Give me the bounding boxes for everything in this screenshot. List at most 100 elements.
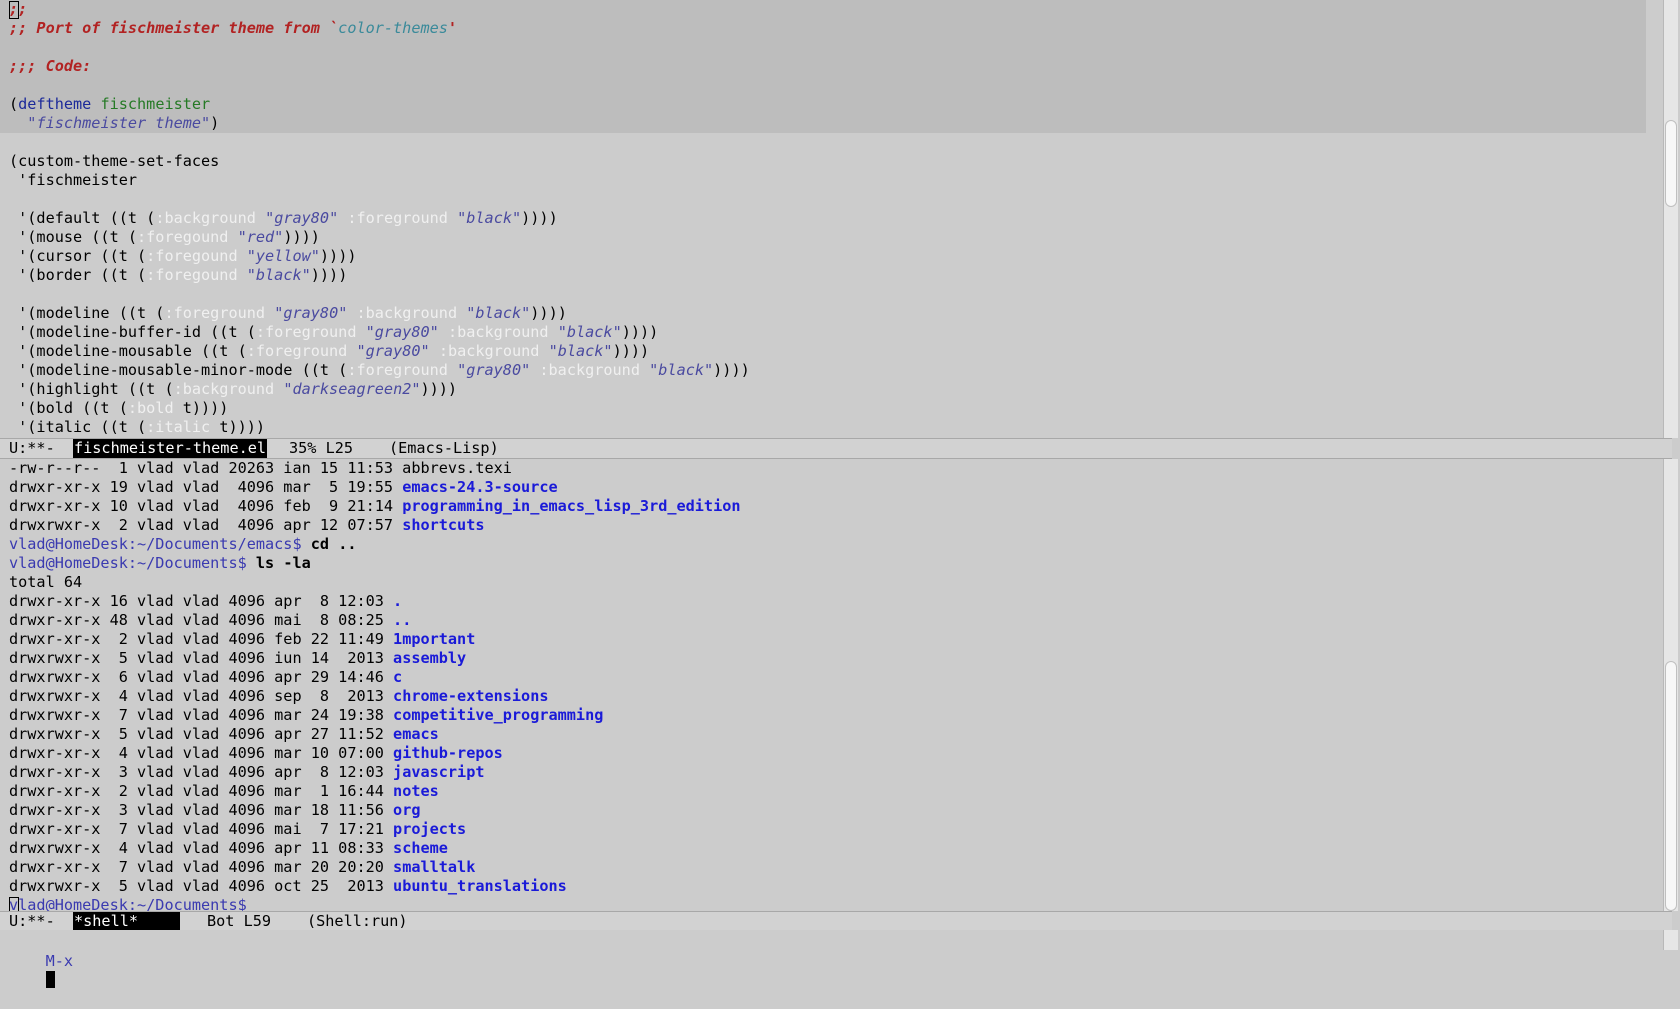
shell-output-line[interactable]: -rw-r--r-- 1 vlad vlad 20263 ian 15 11:5… <box>9 459 1646 478</box>
text-token: programming_in_emacs_lisp_3rd_edition <box>402 497 741 515</box>
code-line[interactable]: "fischmeister theme") <box>9 114 1646 133</box>
shell-output-line[interactable]: drwxrwxr-x 6 vlad vlad 4096 apr 29 14:46… <box>9 668 1646 687</box>
text-token: '(bold ((t ( <box>9 399 128 417</box>
text-token: t)))) <box>173 399 229 417</box>
shell-output-line[interactable]: drwxr-xr-x 16 vlad vlad 4096 apr 8 12:03… <box>9 592 1646 611</box>
code-line[interactable]: ;;; Code: <box>9 57 1646 76</box>
code-line[interactable]: '(modeline-mousable-minor-mode ((t (:for… <box>9 361 1646 380</box>
code-line[interactable]: '(border ((t (:foregound "black")))) <box>9 266 1646 285</box>
code-line[interactable]: '(modeline ((t (:foreground "gray80" :ba… <box>9 304 1646 323</box>
code-line[interactable]: '(italic ((t (:italic t)))) <box>9 418 1646 437</box>
modeline-major-mode[interactable]: (Shell:run) <box>307 912 408 931</box>
code-line[interactable]: (deftheme fischmeister <box>9 95 1646 114</box>
editor-window[interactable]: ;;;; Port of fischmeister theme from `co… <box>0 0 1680 438</box>
code-line[interactable]: ;; Port of fischmeister theme from `colo… <box>9 19 1646 38</box>
minibuffer-prompt: M-x <box>45 952 74 970</box>
code-line[interactable]: '(bold ((t (:bold t)))) <box>9 399 1646 418</box>
shell-output-line[interactable]: vlad@HomeDesk:~/Documents$ ls -la <box>9 554 1646 573</box>
shell-output-line[interactable]: drwxr-xr-x 7 vlad vlad 4096 mai 7 17:21 … <box>9 820 1646 839</box>
shell-output-line[interactable]: total 64 <box>9 573 1646 592</box>
modeline-major-mode[interactable]: (Emacs-Lisp) <box>389 439 499 458</box>
text-token: drwxrwxr-x 4 vlad vlad 4096 sep 8 2013 <box>9 687 394 705</box>
code-line[interactable]: ;; <box>9 0 1646 19</box>
text-token: drwxr-xr-x 48 vlad vlad 4096 mai 8 08:25 <box>9 611 394 629</box>
code-line[interactable] <box>9 76 1646 95</box>
shell-output-line[interactable]: drwxr-xr-x 3 vlad vlad 4096 apr 8 12:03 … <box>9 763 1646 782</box>
code-line[interactable]: '(mouse ((t (:foregound "red")))) <box>9 228 1646 247</box>
modeline-buffer-name[interactable]: *shell* <box>73 912 180 931</box>
shell-output-line[interactable]: drwxr-xr-x 3 vlad vlad 4096 mar 18 11:56… <box>9 801 1646 820</box>
shell-output-line[interactable]: drwxrwxr-x 5 vlad vlad 4096 iun 14 2013 … <box>9 649 1646 668</box>
code-line[interactable]: 'fischmeister <box>9 171 1646 190</box>
text-token: :foreground <box>255 323 357 341</box>
modeline-buffer-name[interactable]: fischmeister-theme.el <box>73 439 268 458</box>
editor-scrollbar-thumb[interactable] <box>1665 120 1677 207</box>
text-token: ls -la <box>255 554 311 572</box>
code-line[interactable]: '(default ((t (:background "gray80" :for… <box>9 209 1646 228</box>
text-token: github-repos <box>393 744 503 762</box>
code-line[interactable]: (custom-theme-set-faces <box>9 152 1646 171</box>
minibuffer-cursor <box>45 971 55 988</box>
code-line[interactable]: '(cursor ((t (:foregound "yellow")))) <box>9 247 1646 266</box>
editor-scrollbar[interactable] <box>1663 0 1678 438</box>
text-token: javascript <box>393 763 485 781</box>
shell-output-line[interactable]: drwxr-xr-x 19 vlad vlad 4096 mar 5 19:55… <box>9 478 1646 497</box>
shell-scrollbar[interactable] <box>1663 459 1678 911</box>
modeline-status: U:**- <box>9 439 55 457</box>
text-token: drwxr-xr-x 7 vlad vlad 4096 mar 20 20:20 <box>9 858 394 876</box>
shell-output-line[interactable]: drwxrwxr-x 5 vlad vlad 4096 apr 27 11:52… <box>9 725 1646 744</box>
text-token: '(border ((t ( <box>9 266 147 284</box>
shell-output-line[interactable]: drwxr-xr-x 2 vlad vlad 4096 feb 22 11:49… <box>9 630 1646 649</box>
shell-output-line[interactable]: drwxr-xr-x 7 vlad vlad 4096 mar 20 20:20… <box>9 858 1646 877</box>
code-line[interactable] <box>9 285 1646 304</box>
editor-text-area[interactable]: ;;;; Port of fischmeister theme from `co… <box>9 0 1646 437</box>
code-line[interactable]: '(modeline-mousable ((t (:foreground "gr… <box>9 342 1646 361</box>
text-token: drwxr-xr-x 2 vlad vlad 4096 mar 1 16:44 <box>9 782 394 800</box>
text-token: projects <box>393 820 467 838</box>
shell-output-line[interactable]: drwxrwxr-x 5 vlad vlad 4096 oct 25 2013 … <box>9 877 1646 896</box>
code-line[interactable] <box>9 133 1646 152</box>
minibuffer-scrollbar <box>1663 930 1678 950</box>
shell-output-line[interactable]: drwxrwxr-x 4 vlad vlad 4096 sep 8 2013 c… <box>9 687 1646 706</box>
text-token: "gray80" <box>365 323 439 341</box>
text-token: '(mouse ((t ( <box>9 228 138 246</box>
text-token: "gray80" <box>457 361 531 379</box>
shell-output-line[interactable]: drwxr-xr-x 10 vlad vlad 4096 feb 9 21:14… <box>9 497 1646 516</box>
shell-output-line[interactable]: drwxr-xr-x 2 vlad vlad 4096 mar 1 16:44 … <box>9 782 1646 801</box>
code-line[interactable] <box>9 38 1646 57</box>
shell-output-line[interactable]: drwxrwxr-x 4 vlad vlad 4096 apr 11 08:33… <box>9 839 1646 858</box>
code-line[interactable]: '(highlight ((t (:background "darkseagre… <box>9 380 1646 399</box>
shell-output-line[interactable]: drwxr-xr-x 4 vlad vlad 4096 mar 10 07:00… <box>9 744 1646 763</box>
code-line[interactable] <box>9 190 1646 209</box>
text-token: -rw-r--r-- 1 vlad vlad 20263 ian 15 11:5… <box>9 459 512 477</box>
text-token: drwxr-xr-x 19 vlad vlad 4096 mar 5 19:55 <box>9 478 403 496</box>
shell-output-line[interactable]: drwxrwxr-x 7 vlad vlad 4096 mar 24 19:38… <box>9 706 1646 725</box>
minibuffer[interactable]: M-x <box>0 930 1680 988</box>
shell-output-line[interactable]: vlad@HomeDesk:~/Documents$ <box>9 896 1646 911</box>
text-token: )))) <box>713 361 750 379</box>
text-token: "gray80" <box>265 209 339 227</box>
shell-window[interactable]: -rw-r--r-- 1 vlad vlad 20263 ian 15 11:5… <box>0 459 1680 911</box>
text-token: :foreground <box>164 304 266 322</box>
shell-text-area[interactable]: -rw-r--r-- 1 vlad vlad 20263 ian 15 11:5… <box>9 459 1646 911</box>
text-token: drwxr-xr-x 7 vlad vlad 4096 mai 7 17:21 <box>9 820 394 838</box>
minibuffer-line[interactable]: M-x <box>9 933 73 988</box>
shell-output-line[interactable]: drwxrwxr-x 2 vlad vlad 4096 apr 12 07:57… <box>9 516 1646 535</box>
code-line[interactable]: '(modeline-buffer-id ((t (:foreground "g… <box>9 323 1646 342</box>
shell-output-line[interactable]: drwxr-xr-x 48 vlad vlad 4096 mai 8 08:25… <box>9 611 1646 630</box>
text-token: )))) <box>612 342 650 360</box>
text-token: ( <box>9 95 19 113</box>
shell-scrollbar-thumb[interactable] <box>1665 661 1677 911</box>
text-token: drwxr-xr-x 10 vlad vlad 4096 feb 9 21:14 <box>9 497 403 515</box>
shell-output-line[interactable]: vlad@HomeDesk:~/Documents/emacs$ cd .. <box>9 535 1646 554</box>
